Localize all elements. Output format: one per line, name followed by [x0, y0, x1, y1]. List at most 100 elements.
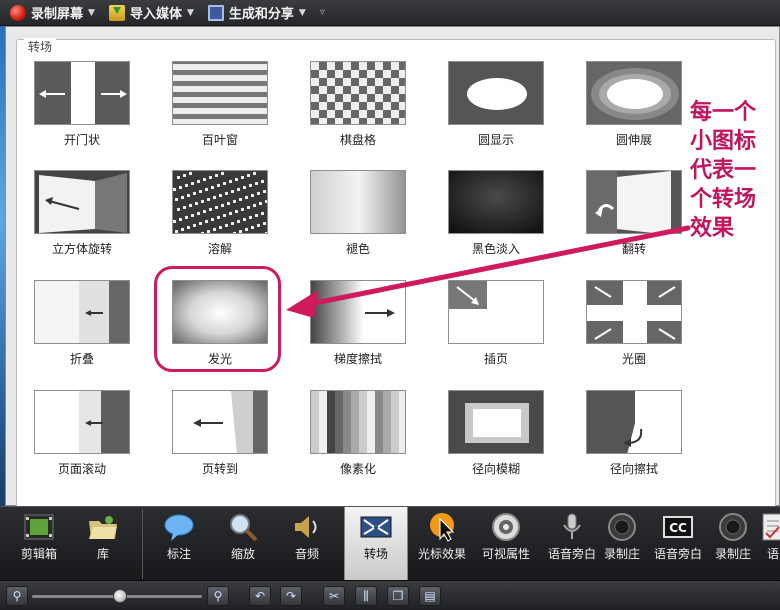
- transition-tile[interactable]: 径向模糊: [426, 390, 566, 500]
- transition-label: 溶解: [207, 242, 232, 256]
- tab-library-folder[interactable]: 库: [72, 507, 134, 581]
- radial-wipe-icon: [586, 390, 682, 454]
- redo-icon[interactable]: ↷: [280, 586, 302, 606]
- tab-label: 语: [766, 547, 779, 561]
- paste-icon[interactable]: ▤: [419, 586, 441, 606]
- transition-label: 圆显示: [477, 133, 514, 147]
- zoom-magnifier-icon: [227, 511, 259, 543]
- produce-share-menu[interactable]: 生成和分享 ▼: [207, 0, 306, 26]
- tab-label: 剪辑箱: [20, 547, 57, 561]
- transition-label: 光圈: [621, 352, 646, 366]
- tab-visual-properties[interactable]: 可视属性: [474, 507, 538, 581]
- open-door-icon: [34, 61, 130, 125]
- transition-label: 页面滚动: [57, 462, 106, 476]
- tab-zoom-magnifier[interactable]: 缩放: [212, 507, 274, 581]
- glow-icon: [172, 280, 268, 344]
- annotation-line: 效果: [690, 216, 735, 241]
- group-title: 转场: [24, 38, 57, 55]
- cursor-effect-icon: [426, 511, 458, 543]
- tab-label: 光标效果: [417, 547, 466, 561]
- annotation-line: 每一个: [690, 100, 757, 125]
- cut-icon[interactable]: ✂: [323, 586, 345, 606]
- transition-label: 径向模糊: [471, 462, 520, 476]
- transition-tile[interactable]: 页转到: [150, 390, 290, 500]
- toolbar-overflow-icon[interactable]: ▿: [320, 7, 325, 18]
- record-screen-menu[interactable]: 录制屏幕 ▼: [10, 0, 95, 26]
- caption-cc-icon: CC: [662, 511, 694, 543]
- transition-tile[interactable]: 梯度擦拭: [288, 280, 428, 390]
- import-media-menu[interactable]: 导入媒体 ▼: [108, 0, 194, 26]
- flip-icon: [586, 170, 682, 234]
- import-media-label: 导入媒体: [129, 7, 182, 22]
- transition-label: 棋盘格: [339, 133, 376, 147]
- import-folder-icon: [108, 4, 125, 21]
- tab-label: 转场: [363, 547, 388, 561]
- fold-icon: [34, 280, 130, 344]
- transition-tile[interactable]: 圆显示: [426, 61, 566, 171]
- tab-caption-cc[interactable]: CC 语音旁白: [650, 507, 706, 581]
- transition-tile[interactable]: 径向擦拭: [564, 390, 704, 500]
- tab-audio-speaker[interactable]: 音频: [276, 507, 338, 581]
- cube-rotate-icon: [34, 170, 130, 234]
- page-roll-icon: [34, 390, 130, 454]
- fade-icon: [310, 170, 406, 234]
- transition-tile[interactable]: 褪色: [288, 170, 428, 280]
- fade-black-icon: [448, 170, 544, 234]
- annotation-line: 代表一: [690, 158, 757, 183]
- undo-icon[interactable]: ↶: [249, 586, 271, 606]
- transition-tile[interactable]: 插页: [426, 280, 566, 390]
- transition-label: 发光: [207, 352, 232, 366]
- split-icon[interactable]: ⫼: [355, 586, 377, 606]
- record-icon: [10, 4, 26, 21]
- circle-stretch-icon: [586, 61, 682, 125]
- tab-film-clip[interactable]: 剪辑箱: [8, 507, 70, 581]
- circle-reveal-icon: [448, 61, 544, 125]
- blinds-icon: [172, 61, 268, 125]
- tab-quiz[interactable]: 语: [758, 507, 780, 581]
- transition-label: 黑色淡入: [471, 242, 520, 256]
- transition-tile[interactable]: 光圈: [564, 280, 704, 390]
- transition-tile[interactable]: 翻转: [564, 170, 704, 280]
- microphone-icon: [556, 511, 588, 543]
- timeline-toolbar: ⚲ ⚲ ↶ ↷ ✂ ⫼ ❐ ▤: [0, 580, 780, 610]
- inset-icon: [448, 280, 544, 344]
- transition-tile[interactable]: 页面滚动: [12, 390, 152, 500]
- transitions-panel: 转场 开门状 百叶窗 棋盘格 圆显示 圆伸展立方体旋转 溶解 褪色 黑色淡入 翻转折叠 发光 梯度擦…: [5, 26, 780, 509]
- tab-record-camera[interactable]: 录制庄: [602, 507, 642, 581]
- quiz-icon: [757, 511, 780, 543]
- zoom-slider-handle[interactable]: [113, 589, 127, 603]
- transition-tile[interactable]: 棋盘格: [288, 61, 428, 171]
- checkerboard-icon: [310, 61, 406, 125]
- dissolve-icon: [172, 170, 268, 234]
- record-camera-icon: [606, 511, 638, 543]
- tab-label: 库: [96, 547, 109, 561]
- transition-label: 插页: [483, 352, 508, 366]
- transition-tile[interactable]: 折叠: [12, 280, 152, 390]
- transition-tile[interactable]: 发光: [150, 280, 290, 390]
- transition-tile[interactable]: 溶解: [150, 170, 290, 280]
- transition-label: 页转到: [201, 462, 238, 476]
- record-camera-icon: [717, 511, 749, 543]
- transitions-icon: [360, 511, 392, 543]
- tab-callout-bubble[interactable]: 标注: [148, 507, 210, 581]
- chevron-down-icon: ▼: [186, 7, 194, 18]
- tab-microphone[interactable]: 语音旁白: [540, 507, 604, 581]
- transition-tile[interactable]: 百叶窗: [150, 61, 290, 171]
- transition-tile[interactable]: 像素化: [288, 390, 428, 500]
- tab-cursor-effect[interactable]: 光标效果: [412, 507, 472, 581]
- transition-tile[interactable]: 圆伸展: [564, 61, 704, 171]
- chevron-down-icon: ▼: [88, 7, 95, 18]
- tab-record-camera[interactable]: 录制庄: [708, 507, 758, 581]
- tool-tabs: 剪辑箱库标注 缩放 音频 转场 光标效果 可视属性 语音旁白 录制庄 CC 语音旁白 录制庄语: [0, 506, 780, 581]
- transition-tile[interactable]: 黑色淡入: [426, 170, 566, 280]
- annotation-line: 个转场: [690, 187, 757, 212]
- zoom-in-icon[interactable]: ⚲: [207, 586, 229, 606]
- transition-tile[interactable]: 立方体旋转: [12, 170, 152, 280]
- zoom-out-icon[interactable]: ⚲: [6, 586, 28, 606]
- tab-label: 录制庄: [603, 547, 640, 561]
- visual-properties-icon: [490, 511, 522, 543]
- transition-label: 折叠: [69, 352, 94, 366]
- copy-icon[interactable]: ❐: [387, 586, 409, 606]
- transition-tile[interactable]: 开门状: [12, 61, 152, 171]
- tab-transitions[interactable]: 转场: [344, 507, 408, 581]
